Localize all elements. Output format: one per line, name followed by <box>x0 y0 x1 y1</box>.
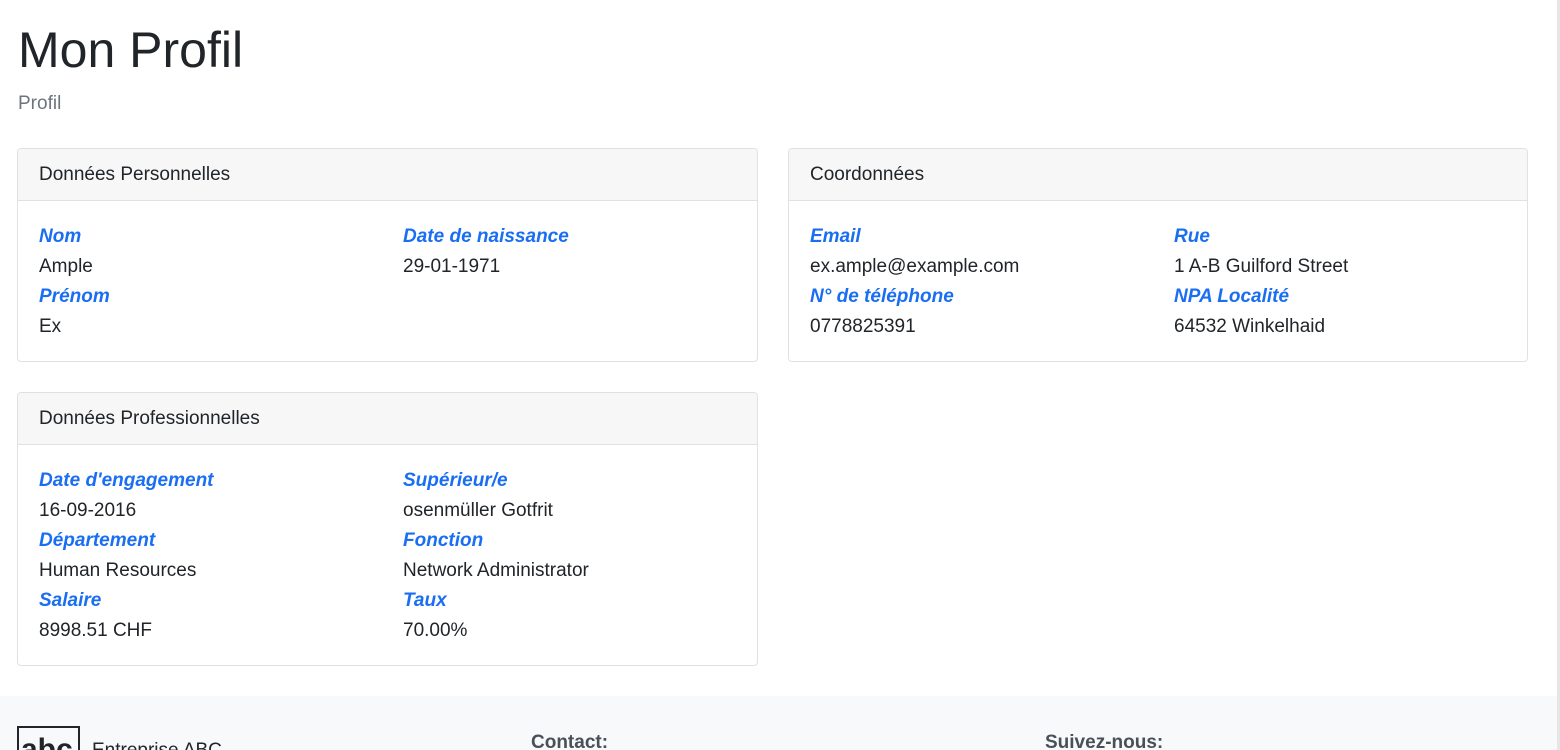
professional-data-card: Données Professionnelles Date d'engageme… <box>17 392 758 666</box>
salary-field: Salaire 8998.51 CHF <box>39 586 152 646</box>
prenom-field: Prénom Ex <box>39 282 110 342</box>
personal-data-card-title: Données Personnelles <box>18 149 757 201</box>
nom-label: Nom <box>39 226 82 247</box>
superior-value: osenmüller Gotfrit <box>403 500 553 521</box>
department-label: Département <box>39 530 156 551</box>
superior-label: Supérieur/e <box>403 470 508 491</box>
professional-data-card-title: Données Professionnelles <box>18 393 757 445</box>
locality-value: 64532 Winkelhaid <box>1174 316 1326 337</box>
function-field: Fonction Network Administrator <box>403 526 589 586</box>
prenom-label: Prénom <box>39 286 110 307</box>
street-field: Rue 1 A-B Guilford Street <box>1174 222 1348 282</box>
email-field: Email ex.ample@example.com <box>810 222 1019 282</box>
salary-label: Salaire <box>39 590 102 611</box>
rate-label: Taux <box>403 590 447 611</box>
phone-field: N° de téléphone 0778825391 <box>810 282 954 342</box>
street-label: Rue <box>1174 226 1210 247</box>
phone-label: N° de téléphone <box>810 286 954 307</box>
dob-value: 29-01-1971 <box>403 256 501 277</box>
company-logo[interactable]: abc <box>17 726 80 750</box>
dob-label: Date de naissance <box>403 226 569 247</box>
prenom-value: Ex <box>39 316 62 337</box>
dob-field: Date de naissance 29-01-1971 <box>403 222 569 282</box>
nom-value: Ample <box>39 256 93 277</box>
department-value: Human Resources <box>39 560 197 581</box>
page-title: Mon Profil <box>18 22 244 78</box>
function-label: Fonction <box>403 530 484 551</box>
contact-card-title: Coordonnées <box>789 149 1527 201</box>
hire-date-label: Date d'engagement <box>39 470 214 491</box>
function-value: Network Administrator <box>403 560 589 581</box>
footer: abc Entreprise ABC Contact: Suivez-nous: <box>0 696 1560 750</box>
locality-label: NPA Localité <box>1174 286 1290 307</box>
footer-contact-heading: Contact: <box>531 732 609 750</box>
profile-page: Mon Profil Profil Données Personnelles N… <box>0 0 1560 750</box>
footer-company-name: Entreprise ABC <box>92 740 222 750</box>
locality-field: NPA Localité 64532 Winkelhaid <box>1174 282 1325 342</box>
salary-value: 8998.51 CHF <box>39 620 153 641</box>
footer-follow-heading: Suivez-nous: <box>1045 732 1164 750</box>
breadcrumb: Profil <box>18 93 62 114</box>
hire-date-value: 16-09-2016 <box>39 500 137 521</box>
phone-value: 0778825391 <box>810 316 916 337</box>
personal-data-card: Données Personnelles Nom Ample Prénom Ex… <box>17 148 758 362</box>
street-value: 1 A-B Guilford Street <box>1174 256 1349 277</box>
email-value: ex.ample@example.com <box>810 256 1020 277</box>
hire-date-field: Date d'engagement 16-09-2016 <box>39 466 214 526</box>
nom-field: Nom Ample <box>39 222 93 282</box>
email-label: Email <box>810 226 861 247</box>
rate-value: 70.00% <box>403 620 468 641</box>
superior-field: Supérieur/e osenmüller Gotfrit <box>403 466 553 526</box>
rate-field: Taux 70.00% <box>403 586 467 646</box>
contact-card: Coordonnées Email ex.ample@example.com N… <box>788 148 1528 362</box>
department-field: Département Human Resources <box>39 526 196 586</box>
